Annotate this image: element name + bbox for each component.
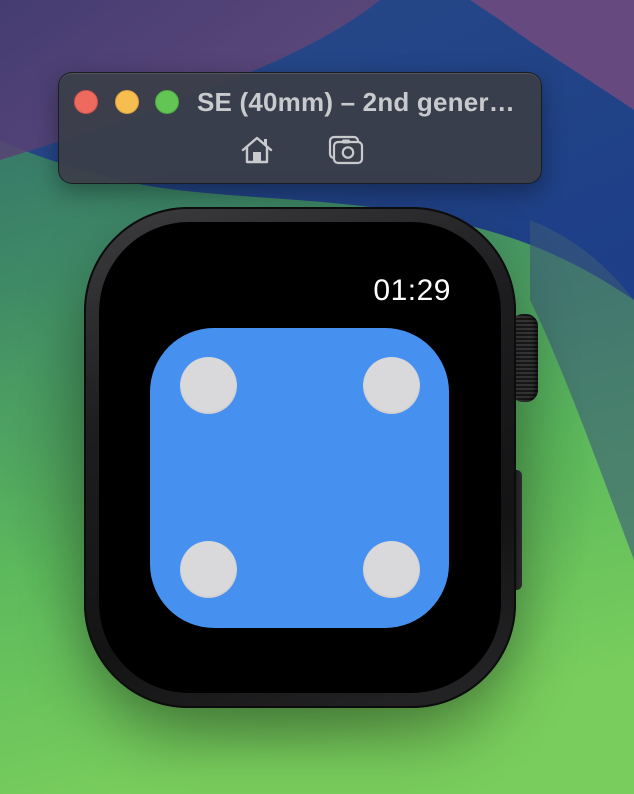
simulator-window-toolbar: SE (40mm) – 2nd gener…	[58, 72, 542, 184]
dice-pip	[363, 357, 420, 414]
watch-time: 01:29	[373, 274, 451, 307]
minimize-window-button[interactable]	[115, 90, 139, 114]
window-title: SE (40mm) – 2nd gener…	[197, 87, 515, 117]
watch-screen: 01:29	[99, 222, 501, 693]
zoom-window-button[interactable]	[155, 90, 179, 114]
home-icon	[241, 136, 273, 164]
dice-pip	[180, 541, 237, 598]
close-window-button[interactable]	[74, 90, 98, 114]
screenshot-button[interactable]	[326, 131, 366, 169]
dice-face-button[interactable]	[150, 328, 449, 628]
screenshot-icon	[328, 135, 364, 165]
dice-pip	[363, 541, 420, 598]
home-button[interactable]	[237, 131, 277, 169]
dice-pip	[180, 357, 237, 414]
